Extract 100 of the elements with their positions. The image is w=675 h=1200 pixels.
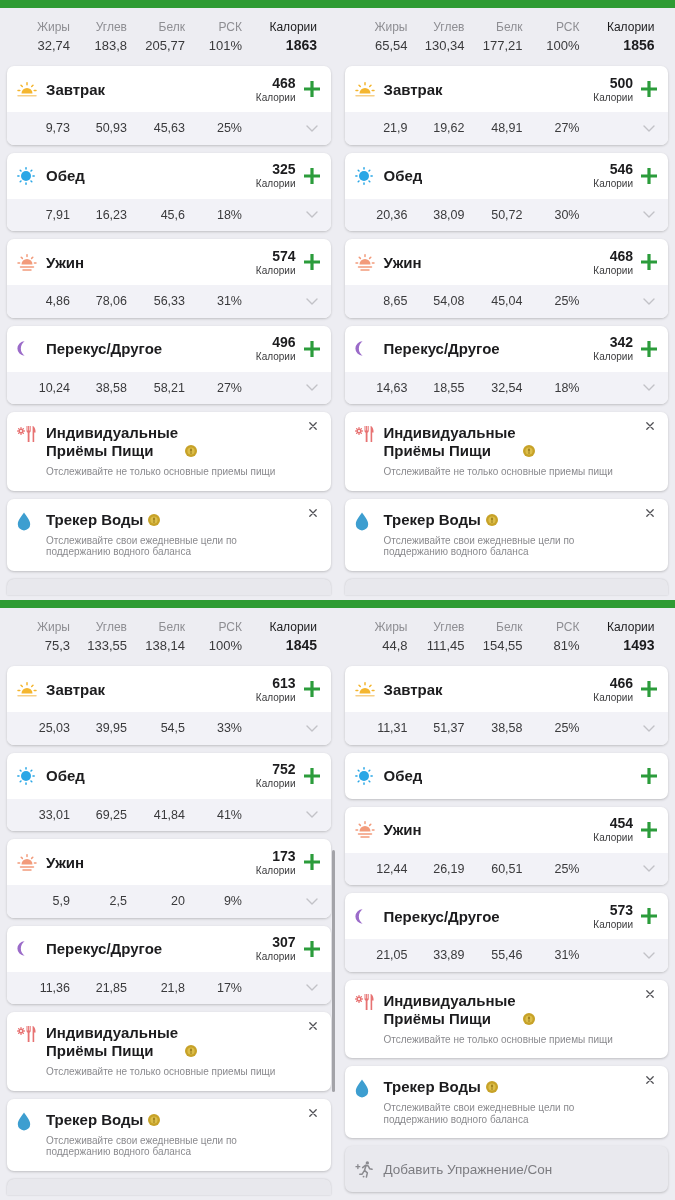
calorie-count: 468 xyxy=(609,247,633,264)
close-button[interactable] xyxy=(308,422,317,430)
add-button[interactable] xyxy=(641,254,657,270)
add-button[interactable] xyxy=(303,81,320,97)
sunrise-icon xyxy=(17,681,37,697)
calorie-count: 613 xyxy=(272,674,296,691)
close-icon xyxy=(308,1108,317,1117)
column-label: Углев xyxy=(433,620,465,635)
macro-value: 78,06 xyxy=(95,294,127,309)
macro-value: 60,51 xyxy=(491,861,523,876)
close-button[interactable] xyxy=(308,1108,317,1117)
macro-value: 21,8 xyxy=(160,980,185,995)
meal-title: Ужин xyxy=(383,253,423,271)
add-button[interactable] xyxy=(641,908,657,924)
macro-value: 27% xyxy=(216,380,242,395)
macro-value: 32,54 xyxy=(491,380,523,395)
macro-value: 54,5 xyxy=(160,721,185,736)
promo-description: Отслеживайте не только основные приемы пищи xyxy=(46,466,277,478)
plus-icon xyxy=(303,167,320,184)
column-label: Белк xyxy=(158,620,185,635)
add-exercise-button[interactable]: Добавить Упражнение/Сон xyxy=(344,1146,668,1192)
column-label: Калории xyxy=(606,20,655,35)
sun-icon xyxy=(354,766,373,785)
calorie-label: Калории xyxy=(255,178,296,190)
add-button[interactable] xyxy=(303,167,320,184)
sunset-icon xyxy=(17,853,37,871)
coin-icon xyxy=(148,513,161,526)
total-value: 138,14 xyxy=(145,637,185,654)
meal-title: Завтрак xyxy=(46,680,107,698)
sunset-icon xyxy=(354,253,375,271)
meal-title: Перекус/Другое xyxy=(383,340,501,357)
add-button[interactable] xyxy=(641,681,657,697)
add-button[interactable] xyxy=(303,340,320,357)
calorie-label: Калории xyxy=(255,91,296,104)
add-button[interactable] xyxy=(641,167,657,184)
macro-value: 33,01 xyxy=(38,807,70,822)
meal-title: Ужин xyxy=(46,853,86,871)
promo-title: Трекер Воды xyxy=(383,1078,481,1096)
chevron-down-icon xyxy=(305,811,318,819)
promo-description: Отслеживайте не только основные приемы пищи xyxy=(46,1066,277,1078)
promo-title: Трекер Воды xyxy=(46,1110,144,1129)
add-button[interactable] xyxy=(641,767,657,784)
macro-value: 41% xyxy=(216,807,242,822)
add-button[interactable] xyxy=(303,254,320,270)
meal-title: Обед xyxy=(383,767,424,784)
column-label: Жиры xyxy=(36,620,70,635)
macro-value: 56,33 xyxy=(153,294,185,309)
add-button[interactable] xyxy=(303,940,320,957)
column-label: Жиры xyxy=(36,20,70,35)
macro-value: 8,65 xyxy=(383,294,408,309)
close-icon xyxy=(308,422,317,430)
total-value: 130,34 xyxy=(424,37,465,54)
macro-value: 2,5 xyxy=(109,894,127,909)
column-label: Калории xyxy=(606,620,655,635)
add-button[interactable] xyxy=(641,340,657,357)
close-button[interactable] xyxy=(646,1076,654,1084)
add-button[interactable] xyxy=(303,854,320,870)
macro-value: 51,37 xyxy=(433,721,465,736)
add-button[interactable] xyxy=(303,767,320,784)
calorie-count: 573 xyxy=(609,901,633,918)
macro-value: 27% xyxy=(554,121,580,136)
macro-value: 10,24 xyxy=(38,380,70,395)
total-value: 100% xyxy=(546,37,580,54)
calorie-label: Калории xyxy=(255,351,296,363)
macro-value: 14,63 xyxy=(376,380,408,395)
column-label: Углев xyxy=(95,620,127,635)
chevron-down-icon xyxy=(305,297,318,305)
calorie-label: Калории xyxy=(593,691,633,704)
macro-value: 45,6 xyxy=(160,207,185,222)
column-label: Жиры xyxy=(374,620,408,635)
promo-title: Трекер Воды xyxy=(46,510,144,529)
gear-utensils-icon xyxy=(354,425,375,443)
close-button[interactable] xyxy=(646,989,654,998)
macro-value: 26,19 xyxy=(433,861,465,876)
sunrise-icon xyxy=(354,81,375,97)
column-label: Калории xyxy=(269,20,317,35)
add-button[interactable] xyxy=(641,81,657,97)
add-button[interactable] xyxy=(303,681,320,697)
promo-description: Отслеживайте свои ежедневные цели по поддержанию водного баланса xyxy=(383,534,576,558)
column-label: РСК xyxy=(218,20,242,35)
sun-icon xyxy=(17,766,35,785)
close-button[interactable] xyxy=(308,508,317,517)
calorie-label: Калории xyxy=(255,691,296,704)
coin-icon xyxy=(522,1012,535,1025)
total-value: 100% xyxy=(208,637,242,654)
macro-value: 18% xyxy=(216,207,242,222)
macro-value: 38,58 xyxy=(95,380,127,395)
close-icon xyxy=(646,989,654,998)
macro-value: 9,73 xyxy=(45,121,70,136)
coin-icon xyxy=(485,1081,498,1093)
macro-value: 9% xyxy=(223,894,242,909)
meal-title: Обед xyxy=(383,167,424,184)
promo-title: Индивидуальные Приёмы Пищи xyxy=(383,424,517,460)
sun-icon xyxy=(354,166,373,185)
macro-value: 69,25 xyxy=(95,807,127,822)
promo-description: Отслеживайте свои ежедневные цели по поддержанию водного баланса xyxy=(46,1134,238,1158)
add-button[interactable] xyxy=(641,821,657,838)
close-button[interactable] xyxy=(308,1022,317,1030)
close-button[interactable] xyxy=(646,508,654,517)
close-button[interactable] xyxy=(646,422,654,430)
